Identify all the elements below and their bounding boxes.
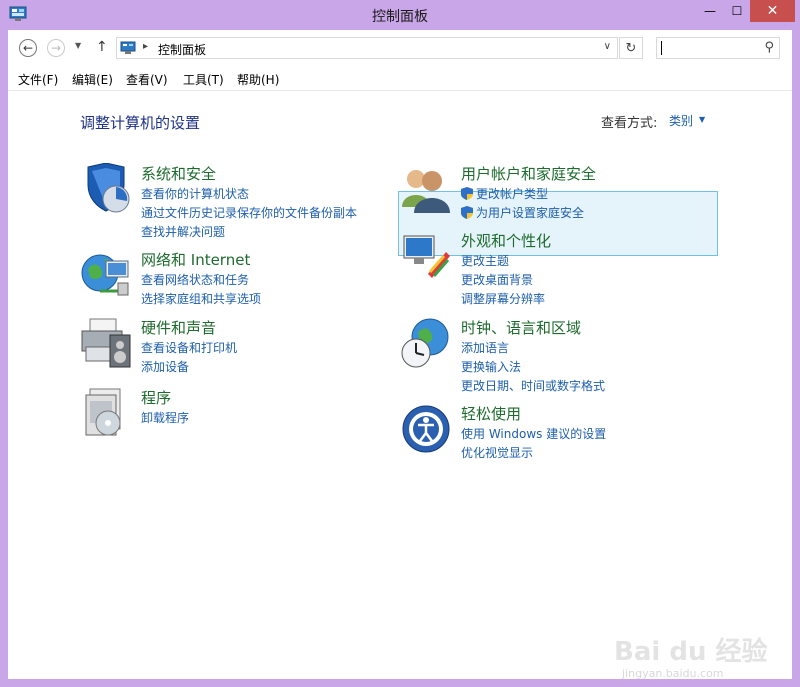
system-security-icon <box>87 163 130 213</box>
category-title[interactable]: 程序 <box>141 387 171 408</box>
category-link[interactable]: 使用 Windows 建议的设置 <box>461 425 606 442</box>
category-link[interactable]: 通过文件历史记录保存你的文件备份副本 <box>141 204 357 221</box>
control-panel-window: 控制面板 — ☐ ✕ ← → ▼ ↑ ▸ 控制面板 ∨ ↻ ⚲ 文件(F) 编辑… <box>0 0 800 687</box>
refresh-button[interactable]: ↻ <box>619 37 643 59</box>
address-bar[interactable]: ▸ 控制面板 ∨ <box>116 37 618 59</box>
text-caret <box>661 41 662 55</box>
category-link[interactable]: 选择家庭组和共享选项 <box>141 290 261 307</box>
recent-locations-chevron-icon[interactable]: ▼ <box>75 41 81 50</box>
user-accounts-icon <box>402 170 450 213</box>
category-link[interactable]: 更改桌面背景 <box>461 271 533 288</box>
maximize-button[interactable]: ☐ <box>724 0 750 22</box>
category-link[interactable]: 更换输入法 <box>461 358 521 375</box>
category-link[interactable]: 查看你的计算机状态 <box>141 185 249 202</box>
category-link[interactable]: 更改主题 <box>461 252 509 269</box>
window-title: 控制面板 <box>372 9 428 25</box>
clock-region-icon <box>401 318 449 368</box>
control-panel-content: 调整计算机的设置 查看方式: 类别 ▼ 系统和安全 查看你的计算机状态 通过文件… <box>8 91 792 680</box>
baidu-watermark-url: jingyan.baidu.com <box>622 667 724 680</box>
menu-view[interactable]: 查看(V) <box>126 71 168 88</box>
category-link[interactable]: 查找并解决问题 <box>141 223 225 240</box>
network-icon <box>81 254 129 296</box>
close-button[interactable]: ✕ <box>750 0 795 22</box>
appearance-icon <box>403 235 450 278</box>
category-link[interactable]: 调整屏幕分辨率 <box>461 290 545 307</box>
menu-edit[interactable]: 编辑(E) <box>72 71 113 88</box>
category-title[interactable]: 用户帐户和家庭安全 <box>461 163 596 184</box>
breadcrumb-control-panel[interactable]: 控制面板 <box>158 41 206 58</box>
programs-icon <box>85 388 121 436</box>
category-link[interactable]: 卸载程序 <box>141 409 189 426</box>
menu-bar: 文件(F) 编辑(E) 查看(V) 工具(T) 帮助(H) <box>8 66 792 91</box>
category-title[interactable]: 网络和 Internet <box>141 249 250 270</box>
category-link[interactable]: 为用户设置家庭安全 <box>461 204 584 221</box>
control-panel-icon <box>120 41 136 54</box>
uac-shield-icon <box>461 206 473 219</box>
search-input[interactable]: ⚲ <box>656 37 780 59</box>
up-button[interactable]: ↑ <box>96 39 108 55</box>
category-title[interactable]: 时钟、语言和区域 <box>461 317 581 338</box>
category-title[interactable]: 系统和安全 <box>141 163 216 184</box>
category-link[interactable]: 添加语言 <box>461 339 509 356</box>
uac-shield-icon <box>461 187 473 200</box>
category-title[interactable]: 外观和个性化 <box>461 230 551 251</box>
baidu-watermark: Bai du 经验 <box>614 637 768 667</box>
page-title: 调整计算机的设置 <box>80 114 201 132</box>
view-by-dropdown[interactable]: 类别 <box>669 112 693 129</box>
category-link-text[interactable]: 为用户设置家庭安全 <box>476 206 584 220</box>
category-title[interactable]: 轻松使用 <box>461 403 521 424</box>
breadcrumb-separator-icon[interactable]: ▸ <box>143 41 148 52</box>
menu-file[interactable]: 文件(F) <box>18 71 58 88</box>
view-by-chevron-down-icon[interactable]: ▼ <box>699 115 705 124</box>
category-link-text[interactable]: 更改帐户类型 <box>476 187 548 201</box>
search-icon[interactable]: ⚲ <box>764 40 774 55</box>
category-link[interactable]: 查看设备和打印机 <box>141 339 237 356</box>
minimize-button[interactable]: — <box>696 0 724 22</box>
menu-tools[interactable]: 工具(T) <box>183 71 224 88</box>
forward-button[interactable]: → <box>47 39 65 57</box>
back-button[interactable]: ← <box>19 39 37 57</box>
navigation-bar: ← → ▼ ↑ ▸ 控制面板 ∨ ↻ ⚲ <box>8 30 792 66</box>
menu-help[interactable]: 帮助(H) <box>237 71 279 88</box>
category-link[interactable]: 更改日期、时间或数字格式 <box>461 377 605 394</box>
address-dropdown-icon[interactable]: ∨ <box>604 41 611 52</box>
category-title[interactable]: 硬件和声音 <box>141 317 216 338</box>
category-link[interactable]: 更改帐户类型 <box>461 185 548 202</box>
window-client-area: ← → ▼ ↑ ▸ 控制面板 ∨ ↻ ⚲ 文件(F) 编辑(E) 查看(V) 工… <box>8 30 792 680</box>
view-by-label: 查看方式: <box>601 116 658 131</box>
title-bar[interactable]: 控制面板 — ☐ ✕ <box>0 0 800 30</box>
ease-of-access-icon <box>402 405 450 453</box>
category-link[interactable]: 优化视觉显示 <box>461 444 533 461</box>
category-link[interactable]: 查看网络状态和任务 <box>141 271 249 288</box>
hardware-sound-icon <box>81 318 131 368</box>
category-link[interactable]: 添加设备 <box>141 358 189 375</box>
